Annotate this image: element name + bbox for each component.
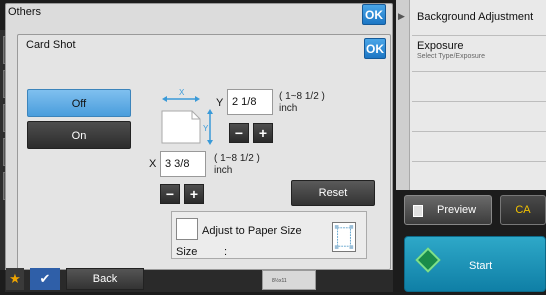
size-label: Size xyxy=(176,246,198,258)
start-button[interactable]: Start xyxy=(404,236,546,292)
adjust-to-paper-size-checkbox[interactable] xyxy=(176,218,198,240)
menu-item-empty xyxy=(412,132,546,162)
y-size-input[interactable]: 2 1/8 xyxy=(227,89,273,115)
off-button[interactable]: Off xyxy=(27,89,131,117)
preview-icon xyxy=(413,205,423,217)
others-ok-button[interactable]: OK xyxy=(362,4,386,25)
menu-item-sublabel: Select Type/Exposure xyxy=(417,53,485,60)
size-value: : xyxy=(224,246,228,258)
x-unit-label: inch xyxy=(214,165,233,176)
menu-item-label: Exposure xyxy=(417,40,464,52)
card-size-diagram-icon: X Y xyxy=(161,88,213,145)
start-label: Start xyxy=(469,260,493,272)
menu-item-background-adjustment[interactable]: Background Adjustment xyxy=(412,0,546,36)
y-axis-label: Y xyxy=(216,97,224,109)
menu-item-empty xyxy=(412,102,546,132)
bottom-bar xyxy=(5,270,393,292)
adjust-to-paper-size-label: Adjust to Paper Size xyxy=(202,225,302,237)
start-diamond-icon xyxy=(415,247,441,273)
dialog-title: Card Shot xyxy=(26,39,76,51)
y-minus-button[interactable]: − xyxy=(229,123,249,143)
others-panel-title: Others xyxy=(8,6,42,18)
diagram-x-label: X xyxy=(179,88,185,97)
paper-fit-icon xyxy=(332,222,356,252)
diagram-y-label: Y xyxy=(203,124,209,133)
x-axis-label: X xyxy=(149,158,157,170)
x-range-label: ( 1~8 1/2 ) xyxy=(214,153,260,164)
y-unit-label: inch xyxy=(279,103,298,114)
menu-item-label: Background Adjustment xyxy=(417,11,534,23)
menu-item-empty xyxy=(412,72,546,102)
card-shot-dialog: Card Shot OK Off On X Y Y 2 1/8 ( 1~8 1/… xyxy=(17,34,391,270)
preview-label: Preview xyxy=(437,204,477,216)
right-menu-collapse-tab[interactable] xyxy=(396,0,410,190)
paper-tray-indicator xyxy=(262,270,316,290)
adjust-to-paper-size-group: Adjust to Paper Size Size : xyxy=(171,211,367,259)
dialog-ok-button[interactable]: OK xyxy=(364,38,386,59)
on-button[interactable]: On xyxy=(27,121,131,149)
y-range-label: ( 1~8 1/2 ) xyxy=(279,91,325,102)
x-size-input[interactable]: 3 3/8 xyxy=(160,151,206,177)
menu-item-exposure[interactable]: Exposure Select Type/Exposure xyxy=(412,36,546,72)
y-plus-button[interactable]: + xyxy=(253,123,273,143)
x-minus-button[interactable]: − xyxy=(160,184,180,204)
paper-tray-label: 8½x11 xyxy=(272,278,287,284)
star-icon[interactable]: ★ xyxy=(6,268,24,290)
play-arrow-icon: ▶ xyxy=(398,11,405,21)
preview-button[interactable]: Preview xyxy=(404,195,492,225)
checkmark-icon[interactable]: ✔ xyxy=(30,268,60,290)
back-button[interactable]: Back xyxy=(66,268,144,290)
x-plus-button[interactable]: + xyxy=(184,184,204,204)
clear-all-button[interactable]: CA xyxy=(500,195,546,225)
reset-button[interactable]: Reset xyxy=(291,180,375,206)
